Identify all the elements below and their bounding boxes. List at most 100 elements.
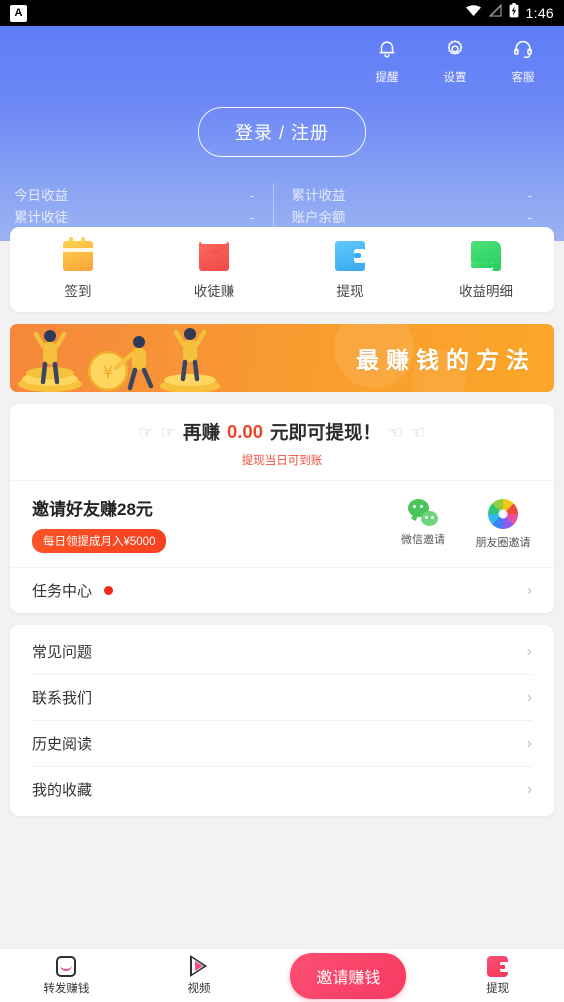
pointing-hand-icon: ☞ — [410, 422, 426, 442]
stat-label: 累计收徒 — [14, 210, 68, 225]
stat-value: - — [527, 188, 532, 203]
nav-item-video[interactable]: 视频 — [133, 955, 266, 996]
quick-action-label: 提现 — [336, 284, 364, 299]
nav-item-label: 视频 — [187, 983, 211, 995]
menu-item-label: 历史阅读 — [32, 736, 93, 753]
withdraw-headline: ☞ ☞ 再赚 0.00 元即可提现！ ☞ ☞ — [10, 419, 554, 445]
headset-icon — [512, 38, 534, 65]
stat-label: 账户余额 — [291, 210, 346, 225]
login-register-button[interactable]: 登录 / 注册 — [197, 107, 366, 157]
nav-item-label: 提现 — [486, 982, 510, 995]
signal-off-icon — [487, 3, 502, 22]
svg-text:¥: ¥ — [103, 363, 114, 383]
stats-column-right: 累计收益 - 账户余额 - — [272, 183, 551, 227]
quick-action-withdraw[interactable]: 提现 — [282, 241, 418, 300]
chevron-right-icon: › — [526, 581, 532, 599]
headline-prefix: 再赚 — [182, 422, 220, 443]
header-action-label: 客服 — [511, 72, 535, 84]
banner-illustration: ¥ — [18, 328, 220, 392]
task-center-label: 任务中心 — [32, 583, 93, 600]
nav-cta-wrap: 邀请赚钱 — [265, 952, 431, 999]
stat-value: - — [527, 210, 532, 225]
quick-action-checkin[interactable]: 签到 — [10, 237, 146, 300]
stat-label: 今日收益 — [14, 188, 68, 203]
header-action-label: 提醒 — [375, 72, 399, 84]
banner-title: 最赚钱的方法 — [356, 347, 536, 373]
bell-icon — [376, 38, 398, 65]
video-icon — [188, 955, 210, 977]
stat-total-earnings: 累计收益 - — [292, 183, 551, 205]
login-button-wrap: 登录 / 注册 — [0, 107, 564, 157]
menu-item-faq[interactable]: 常见问题 › — [10, 629, 554, 674]
headline-suffix: 元即可提现！ — [270, 422, 382, 443]
share-buttons: 微信邀请 朋友圈邀请 — [394, 498, 532, 550]
share-label: 朋友圈邀请 — [475, 536, 531, 549]
promo-card: ☞ ☞ 再赚 0.00 元即可提现！ ☞ ☞ 提现当日可到账 邀请好友赚28元 … — [10, 404, 554, 613]
invite-badge: 每日领提成月入¥5000 — [32, 529, 167, 553]
stat-today-earnings: 今日收益 - — [14, 183, 273, 205]
withdraw-icon — [487, 955, 510, 977]
quick-actions-card: 签到 收徒赚 提现 收益明细 — [10, 227, 554, 312]
menu-item-my-favorites[interactable]: 我的收藏 › — [10, 767, 554, 812]
header-action-notifications[interactable]: 提醒 — [364, 38, 410, 85]
gear-icon — [444, 38, 466, 65]
wechat-icon — [408, 498, 438, 526]
share-label: 微信邀请 — [401, 533, 445, 546]
quick-action-label: 收徒赚 — [193, 284, 235, 299]
invite-title: 邀请好友赚28元 — [32, 500, 153, 519]
invite-text-block: 邀请好友赚28元 每日领提成月入¥5000 — [32, 495, 167, 553]
promo-banner[interactable]: ¥ 最赚钱的方法 — [10, 324, 554, 392]
pointing-hand-icon: ☞ — [388, 422, 404, 442]
share-wechat-button[interactable]: 微信邀请 — [394, 498, 452, 550]
menu-item-label: 联系我们 — [32, 690, 93, 707]
nav-item-label: 转发赚钱 — [43, 982, 90, 995]
header-actions: 提醒 设置 客服 — [0, 32, 564, 85]
wifi-icon — [465, 4, 482, 22]
stats-panel: 今日收益 - 累计收徒 - 累计收益 - 账户余额 - — [0, 183, 564, 227]
header: 提醒 设置 客服 登录 / 注册 今日收益 - 累计收徒 - 累计收益 - 账户… — [0, 26, 564, 241]
ledger-icon — [471, 241, 501, 271]
invite-earn-cta-button[interactable]: 邀请赚钱 — [290, 952, 407, 999]
task-center-badge-dot — [104, 586, 114, 595]
quick-action-invite-earn[interactable]: 收徒赚 — [146, 241, 282, 300]
menu-item-label: 我的收藏 — [32, 782, 93, 799]
chevron-right-icon: › — [526, 688, 532, 706]
stat-label: 累计收益 — [291, 188, 346, 203]
menu-card: 常见问题 › 联系我们 › 历史阅读 › 我的收藏 › — [10, 625, 554, 816]
bottom-nav: 转发赚钱 视频 邀请赚钱 提现 — [0, 948, 564, 1002]
task-center-row[interactable]: 任务中心 › — [10, 568, 554, 613]
invite-section: 邀请好友赚28元 每日领提成月入¥5000 微信邀请 朋友圈邀请 — [10, 481, 554, 568]
pointing-hand-icon: ☞ — [160, 422, 176, 442]
app-notification-icon: A — [10, 4, 27, 22]
withdraw-subtitle: 提现当日可到账 — [241, 455, 323, 467]
status-bar-left: A — [10, 4, 27, 22]
status-bar: A 1:46 — [0, 0, 564, 26]
stat-value: - — [250, 188, 255, 203]
headline-amount: 0.00 — [226, 421, 263, 442]
menu-item-contact-us[interactable]: 联系我们 › — [10, 675, 554, 720]
menu-item-reading-history[interactable]: 历史阅读 › — [10, 721, 554, 766]
nav-item-forward-earn[interactable]: 转发赚钱 — [0, 955, 133, 996]
header-action-settings[interactable]: 设置 — [432, 38, 478, 85]
chevron-right-icon: › — [526, 642, 532, 660]
quick-action-earnings-detail[interactable]: 收益明细 — [418, 241, 554, 300]
quick-action-label: 签到 — [64, 284, 92, 299]
red-envelope-icon — [199, 241, 229, 271]
status-bar-right: 1:46 — [465, 3, 554, 23]
calendar-icon — [63, 237, 93, 271]
moments-icon — [488, 498, 518, 529]
header-action-support[interactable]: 客服 — [500, 38, 546, 85]
share-moments-button[interactable]: 朋友圈邀请 — [474, 498, 532, 550]
nav-item-withdraw[interactable]: 提现 — [431, 955, 564, 996]
menu-item-label: 常见问题 — [32, 644, 93, 661]
stat-value: - — [250, 210, 255, 225]
forward-earn-icon — [56, 955, 77, 977]
stat-account-balance: 账户余额 - — [292, 205, 551, 227]
chevron-right-icon: › — [526, 780, 532, 798]
quick-action-label: 收益明细 — [459, 284, 513, 299]
stats-column-left: 今日收益 - 累计收徒 - — [14, 183, 273, 227]
header-action-label: 设置 — [443, 72, 467, 84]
withdraw-progress-section: ☞ ☞ 再赚 0.00 元即可提现！ ☞ ☞ 提现当日可到账 — [10, 404, 554, 481]
wallet-icon — [335, 241, 366, 271]
stat-total-apprentices: 累计收徒 - — [14, 205, 273, 227]
